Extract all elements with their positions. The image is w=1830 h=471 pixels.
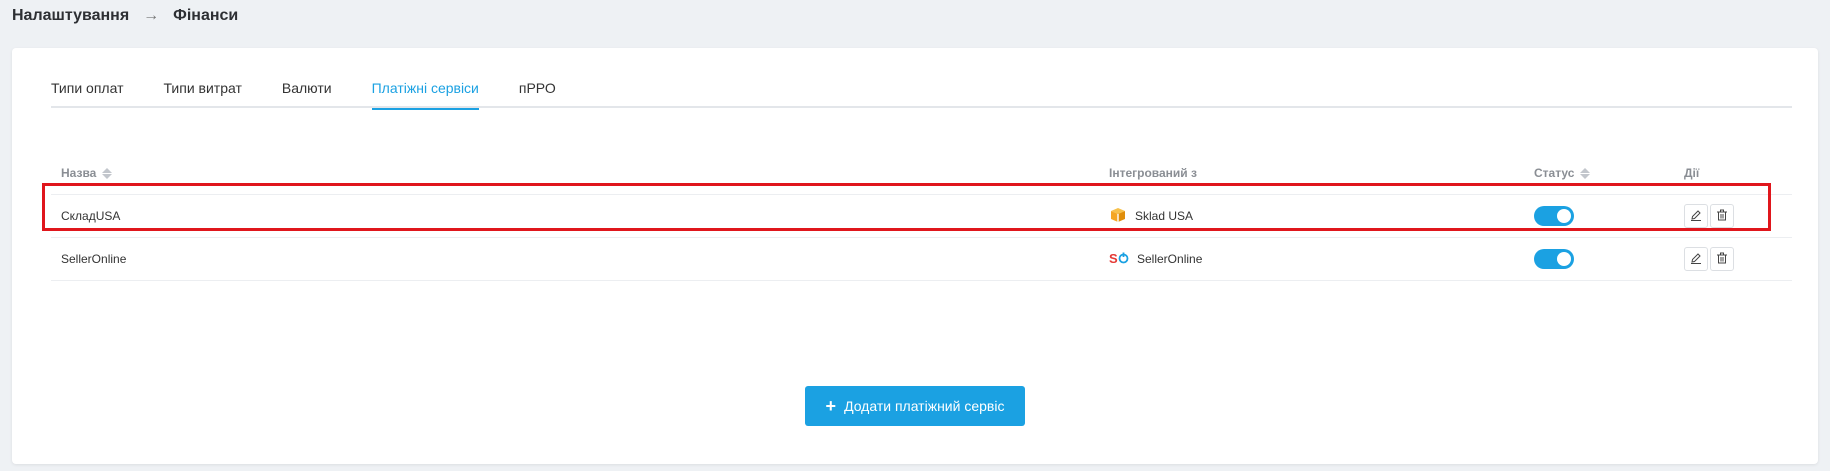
row-integration: Sklad USA — [1109, 207, 1534, 225]
column-actions-header: Дії — [1684, 166, 1792, 180]
svg-text:S: S — [1109, 251, 1118, 265]
column-integrated-header: Інтегрований з — [1109, 166, 1534, 180]
pencil-icon — [1690, 209, 1702, 224]
tab-payment-types[interactable]: Типи оплат — [51, 78, 123, 108]
column-integrated-label: Інтегрований з — [1109, 166, 1197, 180]
status-toggle[interactable] — [1534, 249, 1574, 269]
add-payment-service-button[interactable]: + Додати платіжний сервіс — [805, 386, 1025, 426]
row-integration: S SellerOnline — [1109, 251, 1534, 268]
row-name: SellerOnline — [61, 252, 127, 266]
breadcrumb-current: Фінанси — [173, 7, 239, 24]
column-name-header[interactable]: Назва — [51, 166, 1109, 180]
column-status-label: Статус — [1534, 166, 1575, 180]
plus-icon: + — [825, 396, 837, 416]
breadcrumb-parent[interactable]: Налаштування — [12, 7, 129, 25]
delete-button[interactable] — [1710, 204, 1734, 228]
breadcrumb: Налаштування → Фінанси — [12, 4, 238, 28]
status-toggle[interactable] — [1534, 206, 1574, 226]
pencil-icon — [1690, 252, 1702, 267]
tab-prro[interactable]: пРРО — [519, 78, 556, 108]
sort-icon[interactable] — [1580, 167, 1591, 179]
tab-expense-types[interactable]: Типи витрат — [163, 78, 241, 108]
edit-button[interactable] — [1684, 204, 1708, 228]
row-integration-label: SellerOnline — [1137, 252, 1203, 266]
payment-services-table: Назва Інтегрований з Статус Дії СкладUSA — [51, 152, 1792, 281]
table-header: Назва Інтегрований з Статус Дії — [51, 152, 1792, 195]
trash-icon — [1716, 252, 1728, 267]
box-icon — [1109, 207, 1127, 225]
tab-currencies[interactable]: Валюти — [282, 78, 332, 108]
row-name: СкладUSA — [61, 209, 121, 223]
column-status-header[interactable]: Статус — [1534, 166, 1684, 180]
table-row: СкладUSA Sklad USA — [51, 195, 1792, 238]
finance-settings-card: Типи оплат Типи витрат Валюти Платіжні с… — [12, 48, 1818, 464]
row-integration-label: Sklad USA — [1135, 209, 1194, 223]
breadcrumb-separator-icon: → — [143, 7, 160, 24]
tabs: Типи оплат Типи витрат Валюти Платіжні с… — [51, 78, 1792, 110]
selleronline-logo-icon: S — [1109, 251, 1129, 268]
tab-payment-services[interactable]: Платіжні сервіси — [371, 78, 480, 110]
column-name-label: Назва — [61, 166, 97, 180]
table-row: SellerOnline S SellerOnline — [51, 238, 1792, 281]
delete-button[interactable] — [1710, 247, 1734, 271]
add-payment-service-label: Додати платіжний сервіс — [844, 398, 1005, 414]
column-actions-label: Дії — [1684, 166, 1700, 180]
trash-icon — [1716, 209, 1728, 224]
sort-icon[interactable] — [102, 167, 113, 179]
edit-button[interactable] — [1684, 247, 1708, 271]
